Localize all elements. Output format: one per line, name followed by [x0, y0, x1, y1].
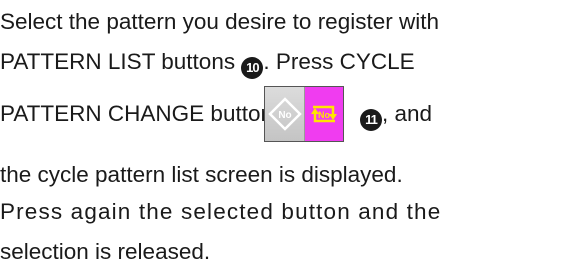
text-line-1: Select the pattern you desire to registe… [0, 8, 439, 36]
text-line-4: the cycle pattern list screen is display… [0, 161, 403, 189]
instruction-document: Select the pattern you desire to registe… [0, 0, 582, 280]
cycle-no-label: No [318, 110, 330, 120]
text-line-6: selection is released. [0, 238, 210, 266]
circled-number-11: 11 [360, 109, 382, 131]
text-line-2-tail: . Press CYCLE [263, 49, 415, 74]
cycle-button-left-half: No [265, 87, 305, 141]
text-line-2-content: PATTERN LIST buttons [0, 49, 242, 74]
diamond-no-icon: No [267, 97, 302, 131]
text-line-2: PATTERN LIST buttons 10. Press CYCLE [0, 48, 415, 79]
text-line-1-content: Select the pattern you desire to registe… [0, 9, 439, 34]
cycle-button-right-half: No [305, 87, 343, 141]
text-line-3-content: PATTERN CHANGE button [0, 101, 273, 126]
text-line-3: PATTERN CHANGE button [0, 100, 273, 128]
text-line-6-content: selection is released. [0, 239, 211, 264]
diamond-no-label: No [278, 110, 291, 121]
cycle-arrows-icon: No [311, 105, 337, 123]
text-line-5: Press again the selected button and the [0, 198, 441, 226]
cycle-pattern-change-button[interactable]: No No [264, 86, 344, 142]
text-line-3-suffix: 11, and [360, 100, 432, 131]
text-line-3-tail: , and [382, 101, 433, 126]
text-line-4-content: the cycle pattern list screen is display… [0, 162, 403, 187]
circled-number-10: 10 [241, 57, 264, 79]
text-line-5-content: Press again the selected button and the [0, 199, 442, 224]
